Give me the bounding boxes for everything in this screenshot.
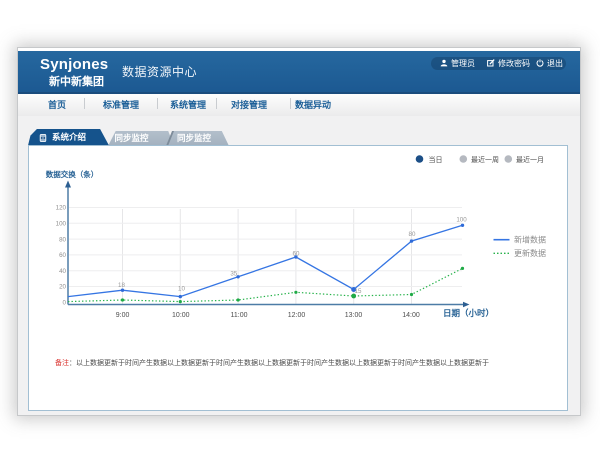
svg-text:100: 100 xyxy=(56,220,67,227)
svg-text:35: 35 xyxy=(230,270,237,277)
svg-text:9:00: 9:00 xyxy=(116,312,130,319)
svg-text:日期（小时）: 日期（小时） xyxy=(443,308,494,318)
svg-text:80: 80 xyxy=(409,230,416,237)
svg-text:80: 80 xyxy=(59,236,66,243)
svg-text:20: 20 xyxy=(59,283,66,290)
svg-text:11:00: 11:00 xyxy=(231,312,248,319)
svg-text:120: 120 xyxy=(56,204,67,211)
svg-text:10: 10 xyxy=(178,285,185,292)
svg-text:10:00: 10:00 xyxy=(172,312,190,319)
svg-text:数据交换（条）: 数据交换（条） xyxy=(46,169,99,179)
svg-text:12:00: 12:00 xyxy=(288,312,306,319)
svg-text:18: 18 xyxy=(118,282,125,289)
svg-text:15: 15 xyxy=(355,287,362,294)
svg-text:当日: 当日 xyxy=(429,154,443,163)
svg-text:60: 60 xyxy=(293,250,300,257)
svg-text:更新数据: 更新数据 xyxy=(514,248,546,258)
svg-text:最近一周: 最近一周 xyxy=(471,154,499,163)
svg-text:新增数据: 新增数据 xyxy=(514,234,546,244)
svg-text:0: 0 xyxy=(63,299,67,306)
svg-text:100: 100 xyxy=(456,216,467,223)
svg-text:最近一月: 最近一月 xyxy=(516,154,544,163)
svg-text:14:00: 14:00 xyxy=(402,312,420,319)
svg-text:13:00: 13:00 xyxy=(345,312,363,319)
svg-text:40: 40 xyxy=(59,267,66,274)
svg-text:60: 60 xyxy=(59,252,66,259)
